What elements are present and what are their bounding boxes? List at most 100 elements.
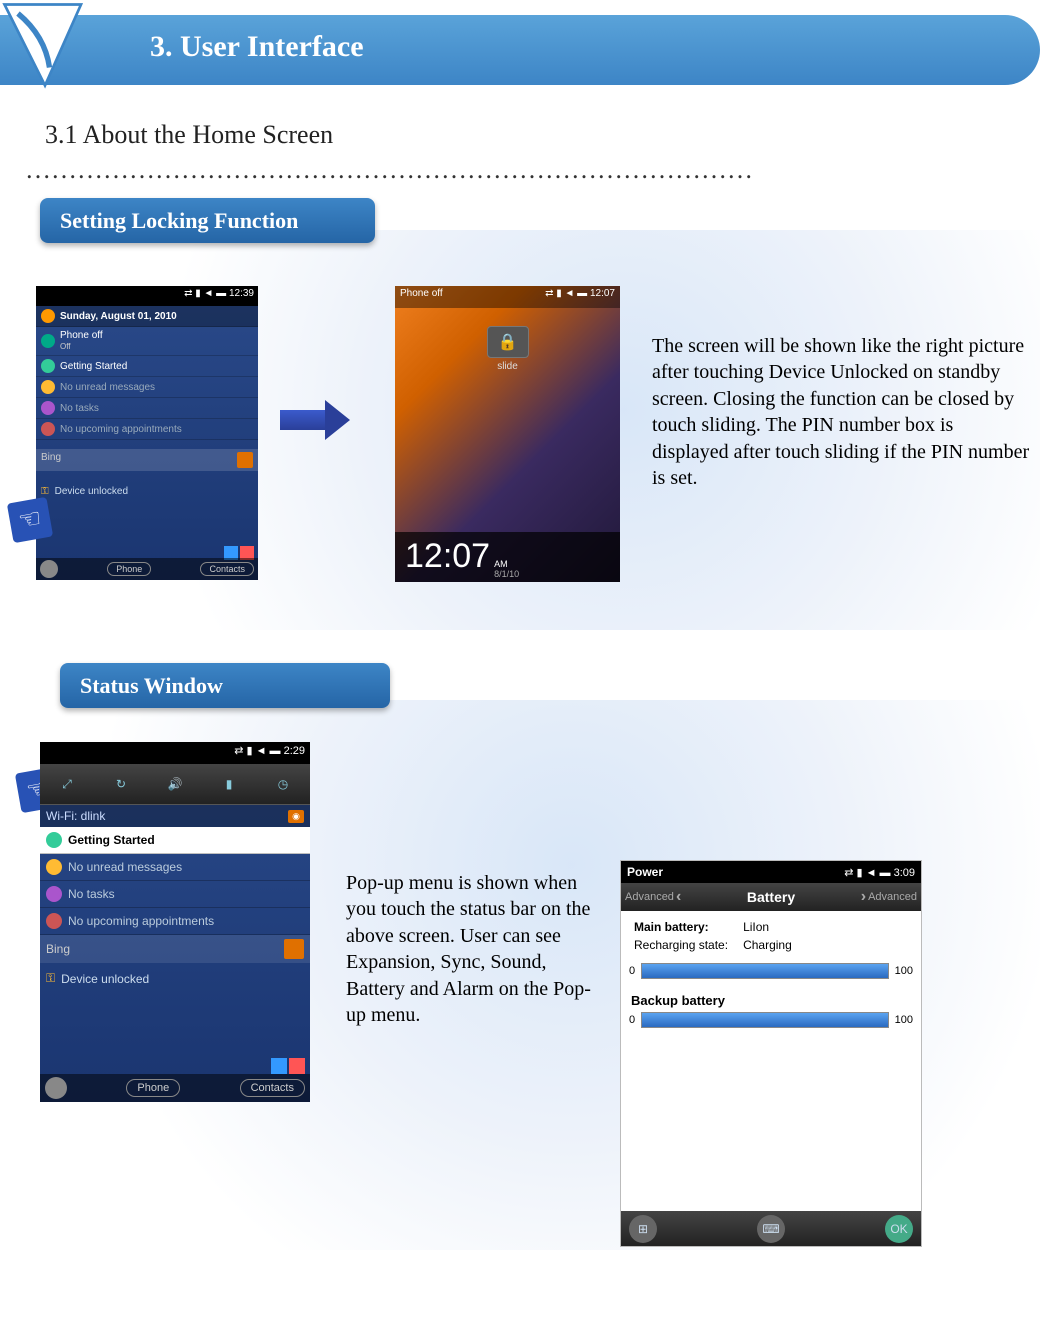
phone-icon — [41, 334, 55, 348]
main-battery-type: LiIon — [731, 919, 793, 935]
list-item[interactable]: No tasks — [40, 881, 310, 908]
search-icon[interactable] — [284, 939, 304, 959]
status-popup-menu: ⤢ ↻ 🔊 ▮ ◷ — [40, 764, 310, 805]
flag-icon — [46, 832, 62, 848]
wifi-row[interactable]: Wi-Fi: dlink ◉ — [40, 805, 310, 827]
list-item[interactable]: No tasks — [36, 398, 258, 419]
start-icon[interactable] — [45, 1077, 67, 1099]
status-time: 2:29 — [284, 745, 305, 757]
foot-icon[interactable] — [271, 1058, 287, 1074]
soft-button-bar: Phone Contacts — [40, 1074, 310, 1102]
unlocked-label: Device unlocked — [61, 972, 149, 986]
contacts-button[interactable]: Contacts — [240, 1079, 305, 1097]
header-title: 3. User Interface — [150, 30, 364, 64]
main-bar-fill — [642, 964, 888, 978]
signal-icons: ⇄ ▮ ◄ ▬ — [234, 745, 283, 757]
status-bar[interactable]: ⇄ ▮ ◄ ▬ 2:29 — [40, 742, 310, 764]
signal-icons: ⇄ ▮ ◄ ▬ 12:07 — [545, 288, 615, 306]
clock-ampm: AM8/1/10 — [494, 560, 519, 580]
wifi-label: Wi-Fi: dlink — [46, 809, 105, 823]
arrow-right-icon — [280, 400, 350, 440]
screenshot-lock-screen: Phone off ⇄ ▮ ◄ ▬ 12:07 🔒 slide 12:07 AM… — [395, 286, 620, 582]
backup-battery-label: Backup battery — [621, 981, 921, 1010]
list-item[interactable]: Getting Started — [40, 827, 310, 854]
pointing-hand-icon: ☜ — [7, 497, 53, 543]
status-time: 12:39 — [229, 288, 254, 299]
status-bar: ⇄ ▮ ◄ ▬ 12:39 — [36, 286, 258, 306]
battery-icon[interactable]: ▮ — [215, 770, 243, 798]
row-label: No unread messages — [68, 860, 182, 874]
power-tabs: Advanced ‹ Battery › Advanced — [621, 883, 921, 911]
list-item[interactable]: No unread messages — [36, 377, 258, 398]
bing-label: Bing — [46, 942, 70, 956]
sound-icon[interactable]: 🔊 — [161, 770, 189, 798]
section-title: 3.1 About the Home Screen — [45, 120, 333, 150]
phone-button[interactable]: Phone — [126, 1079, 180, 1097]
foot-icon[interactable] — [289, 1058, 305, 1074]
lock-status-bar: Phone off ⇄ ▮ ◄ ▬ 12:07 — [395, 286, 620, 308]
screenshot-home-screen: ⇄ ▮ ◄ ▬ 12:39 Sunday, August 01, 2010 Ph… — [36, 286, 258, 580]
mail-icon — [46, 859, 62, 875]
start-icon[interactable]: ⊞ — [629, 1215, 657, 1243]
screenshot-power-battery: Power ⇄ ▮ ◄ ▬ 3:09 Advanced ‹ Battery › … — [620, 860, 922, 1247]
flag-icon — [41, 359, 55, 373]
row-label: No unread messages — [60, 382, 155, 393]
ok-button[interactable]: OK — [885, 1215, 913, 1243]
task-icon — [41, 401, 55, 415]
bing-label: Bing — [41, 452, 61, 463]
contacts-button[interactable]: Contacts — [200, 562, 254, 576]
tab-battery[interactable]: Battery — [747, 889, 795, 905]
recharge-value: Charging — [731, 937, 793, 953]
bar-max: 100 — [895, 965, 913, 977]
phone-off-row[interactable]: Phone off Off — [36, 327, 258, 356]
list-item[interactable]: Getting Started — [36, 356, 258, 377]
wifi-badge: ◉ — [288, 810, 304, 823]
list-item[interactable]: No upcoming appointments — [40, 908, 310, 935]
bing-search[interactable]: Bing — [36, 449, 258, 471]
signal-icons: ⇄ ▮ ◄ ▬ 3:09 — [844, 866, 915, 879]
bar-min: 0 — [629, 965, 635, 977]
mail-icon — [41, 380, 55, 394]
lock-slider[interactable]: 🔒 — [487, 326, 529, 358]
dotted-divider: ………………………………………………………………………… — [25, 155, 965, 185]
date-text: Sunday, August 01, 2010 — [60, 311, 177, 322]
list-item[interactable]: No upcoming appointments — [36, 419, 258, 440]
sub-heading-locking: Setting Locking Function — [40, 198, 375, 243]
footer-icons — [271, 1058, 305, 1074]
bar-max: 100 — [895, 1014, 913, 1026]
keyboard-icon[interactable]: ⌨ — [757, 1215, 785, 1243]
bing-search[interactable]: Bing — [40, 935, 310, 963]
power-title-bar: Power ⇄ ▮ ◄ ▬ 3:09 — [621, 861, 921, 883]
status-time: 12:07 — [590, 288, 615, 299]
cal-icon — [46, 913, 62, 929]
lock-icon: 🔒 — [498, 332, 518, 352]
clock-icon — [41, 309, 55, 323]
start-icon[interactable] — [40, 560, 58, 578]
cal-icon — [41, 422, 55, 436]
row-label: Getting Started — [60, 361, 127, 372]
row-label: No upcoming appointments — [60, 424, 182, 435]
backup-bar-fill — [642, 1013, 888, 1027]
list-item[interactable]: No unread messages — [40, 854, 310, 881]
battery-info: Main battery:LiIon Recharging state:Char… — [621, 911, 921, 961]
soft-button-bar: Phone Contacts — [36, 558, 258, 580]
sync-icon[interactable]: ↻ — [107, 770, 135, 798]
phone-button[interactable]: Phone — [107, 562, 151, 576]
phone-off-text: Phone off — [60, 330, 103, 341]
device-unlocked-row[interactable]: ⚿ Device unlocked — [40, 963, 310, 994]
backup-battery-bar: 0 100 — [621, 1010, 921, 1030]
recharge-label: Recharging state: — [633, 937, 729, 953]
bar-min: 0 — [629, 1014, 635, 1026]
phone-off-label: Phone off — [400, 288, 443, 306]
tab-advanced-right[interactable]: › Advanced — [861, 888, 917, 906]
alarm-icon[interactable]: ◷ — [269, 770, 297, 798]
row-label: No tasks — [68, 887, 115, 901]
device-unlocked-row[interactable]: ⚿ Device unlocked — [36, 481, 258, 502]
row-label: No tasks — [60, 403, 99, 414]
off-sub: Off — [60, 342, 71, 351]
tab-advanced-left[interactable]: Advanced ‹ — [625, 888, 681, 906]
date-row[interactable]: Sunday, August 01, 2010 — [36, 306, 258, 327]
expansion-icon[interactable]: ⤢ — [53, 770, 81, 798]
clock-time: 12:07 — [405, 537, 490, 576]
search-icon[interactable] — [237, 452, 253, 468]
